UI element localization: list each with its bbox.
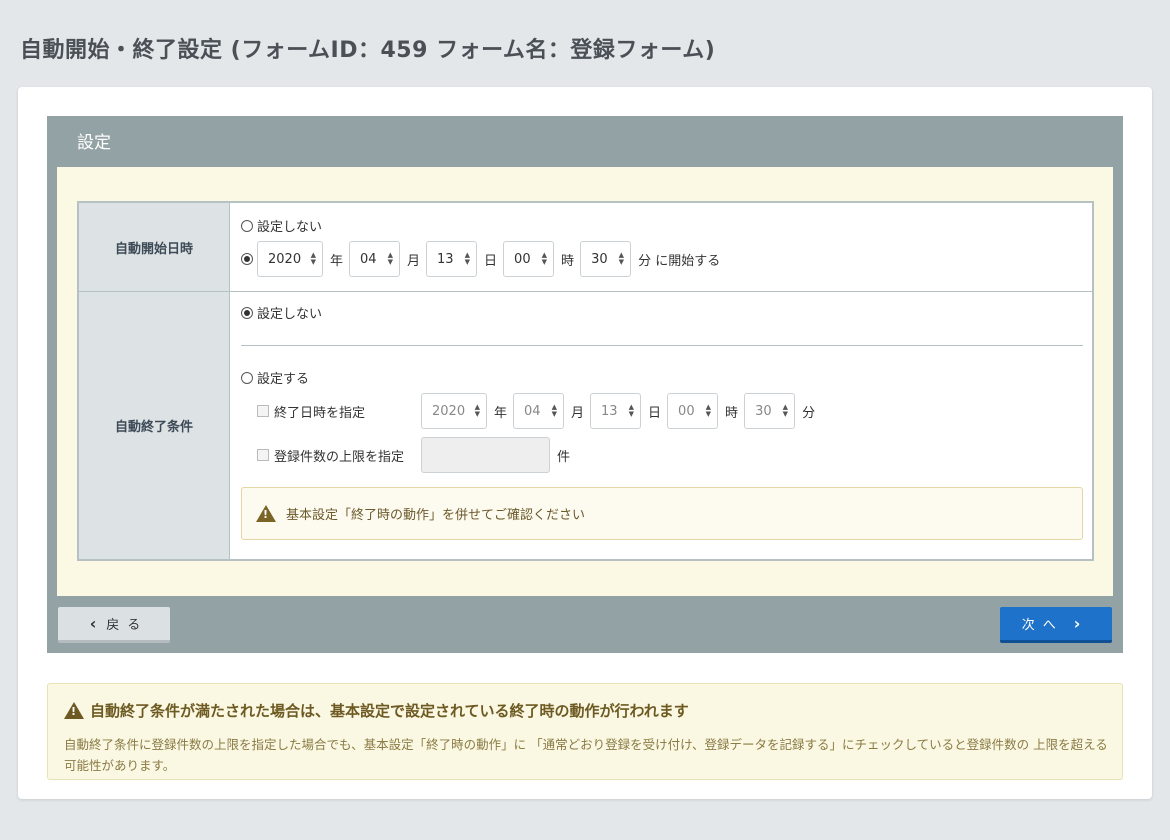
start-hour-stepper[interactable]: 00 ▲ ▼ (503, 241, 555, 277)
end-year-value: 2020 (432, 403, 466, 419)
end-date-checkbox[interactable] (257, 405, 269, 417)
start-hour-unit: 時 (561, 253, 575, 269)
auto-start-date-radio[interactable] (241, 253, 253, 265)
warning-text: 基本設定「終了時の動作」を併せてご確認ください (286, 508, 586, 523)
limit-line: 登録件数の上限を指定 件 (257, 437, 576, 473)
back-button-label: 戻る (106, 618, 149, 633)
notice-title-line: 自動終了条件が満たされた場合は、基本設定で設定されている終了時の動作が行われます (64, 700, 689, 721)
limit-checkbox[interactable] (257, 449, 269, 461)
auto-end-set-radio[interactable] (241, 371, 253, 384)
next-button-label: 次へ (1021, 618, 1064, 633)
auto-start-none-label: 設定しない (257, 220, 323, 235)
start-minute-unit: 分 に開始する (638, 253, 721, 269)
end-month-unit: 月 (571, 405, 585, 421)
next-button[interactable]: 次へ › (1000, 607, 1112, 643)
auto-start-content: 設定しない 2020 ▲ ▼ 年 04 ▲ ▼ 月 13 ▲ ▼ 日 00 ▲ … (231, 203, 1092, 291)
start-day-stepper[interactable]: 13 ▲ ▼ (426, 241, 478, 277)
end-hour-value: 00 (678, 403, 695, 419)
end-day-value: 13 (601, 403, 618, 419)
stepper-arrows-icon[interactable]: ▲ ▼ (388, 252, 393, 266)
limit-input[interactable] (421, 437, 550, 473)
warning-icon (64, 702, 84, 719)
start-month-unit: 月 (407, 253, 421, 269)
auto-end-none-radio[interactable] (241, 306, 253, 319)
stepper-arrows-icon[interactable]: ▲ ▼ (475, 404, 480, 418)
auto-end-set-option[interactable]: 設定する (241, 368, 309, 387)
auto-end-none-option[interactable]: 設定しない (241, 303, 322, 322)
warning-box: 基本設定「終了時の動作」を併せてご確認ください (241, 487, 1083, 540)
stepper-arrows-icon[interactable]: ▲ ▼ (311, 252, 316, 266)
stepper-arrows-icon[interactable]: ▲ ▼ (706, 404, 711, 418)
start-minute-value: 30 (591, 251, 608, 267)
stepper-arrows-icon[interactable]: ▲ ▼ (542, 252, 547, 266)
chevron-right-icon: › (1073, 614, 1081, 633)
stepper-arrows-icon[interactable]: ▲ ▼ (619, 252, 624, 266)
start-day-unit: 日 (484, 253, 498, 269)
divider (241, 345, 1083, 346)
notice-title: 自動終了条件が満たされた場合は、基本設定で設定されている終了時の動作が行われます (90, 702, 689, 720)
end-minute-stepper[interactable]: 30 ▲ ▼ (744, 393, 796, 429)
stepper-arrows-icon[interactable]: ▲ ▼ (783, 404, 788, 418)
end-month-value: 04 (524, 403, 541, 419)
start-year-stepper[interactable]: 2020 ▲ ▼ (257, 241, 323, 277)
stepper-arrows-icon[interactable]: ▲ ▼ (465, 252, 470, 266)
auto-end-label: 自動終了条件 (79, 292, 230, 559)
panel-title: 設定 (77, 133, 111, 153)
back-button[interactable]: ‹ 戻る (58, 607, 170, 643)
auto-end-content: 設定しない 設定する 終了日時を指定 2020 ▲ ▼ 年 04 ▲ ▼ 月 1… (231, 292, 1092, 559)
panel-body: 自動開始日時 設定しない 2020 ▲ ▼ 年 04 ▲ ▼ 月 13 ▲ ▼ … (57, 167, 1113, 596)
auto-end-set-label: 設定する (257, 372, 310, 387)
end-date-line: 終了日時を指定 2020 ▲ ▼ 年 04 ▲ ▼ 月 13 ▲ ▼ 日 00 … (257, 393, 821, 429)
end-hour-unit: 時 (725, 405, 739, 421)
end-day-stepper[interactable]: 13 ▲ ▼ (590, 393, 642, 429)
start-day-value: 13 (437, 251, 454, 267)
page-title: 自動開始・終了設定 (フォームID：459 フォーム名：登録フォーム) (20, 38, 716, 63)
start-month-stepper[interactable]: 04 ▲ ▼ (349, 241, 401, 277)
settings-card: 設定 自動開始日時 設定しない 2020 ▲ ▼ 年 04 ▲ ▼ 月 13 ▲… (18, 87, 1152, 799)
start-minute-stepper[interactable]: 30 ▲ ▼ (580, 241, 632, 277)
end-minute-value: 30 (755, 403, 772, 419)
stepper-arrows-icon[interactable]: ▲ ▼ (552, 404, 557, 418)
auto-end-none-label: 設定しない (257, 307, 323, 322)
notice-text: 自動終了条件に登録件数の上限を指定した場合でも、基本設定「終了時の動作」に 「通… (64, 737, 1108, 773)
settings-panel: 設定 自動開始日時 設定しない 2020 ▲ ▼ 年 04 ▲ ▼ 月 13 ▲… (47, 116, 1123, 653)
auto-start-date-option: 2020 ▲ ▼ 年 04 ▲ ▼ 月 13 ▲ ▼ 日 00 ▲ ▼ 時 30… (241, 241, 726, 277)
end-date-label: 終了日時を指定 (274, 405, 366, 421)
end-year-stepper[interactable]: 2020 ▲ ▼ (421, 393, 487, 429)
settings-table: 自動開始日時 設定しない 2020 ▲ ▼ 年 04 ▲ ▼ 月 13 ▲ ▼ … (77, 201, 1094, 561)
auto-start-row: 自動開始日時 設定しない 2020 ▲ ▼ 年 04 ▲ ▼ 月 13 ▲ ▼ … (79, 203, 1092, 292)
end-year-unit: 年 (494, 405, 508, 421)
end-month-stepper[interactable]: 04 ▲ ▼ (513, 393, 565, 429)
start-month-value: 04 (360, 251, 377, 267)
end-hour-stepper[interactable]: 00 ▲ ▼ (667, 393, 719, 429)
auto-start-none-option[interactable]: 設定しない (241, 216, 322, 235)
limit-unit: 件 (557, 449, 571, 465)
end-day-unit: 日 (648, 405, 662, 421)
auto-end-row: 自動終了条件 設定しない 設定する 終了日時を指定 2020 ▲ ▼ 年 04 … (79, 292, 1092, 559)
chevron-left-icon: ‹ (89, 614, 97, 633)
start-hour-value: 00 (514, 251, 531, 267)
notice-box: 自動終了条件が満たされた場合は、基本設定で設定されている終了時の動作が行われます… (47, 683, 1123, 780)
auto-start-none-radio[interactable] (241, 219, 253, 232)
start-year-value: 2020 (268, 251, 302, 267)
start-year-unit: 年 (330, 253, 344, 269)
limit-label: 登録件数の上限を指定 (274, 449, 405, 465)
end-minute-unit: 分 (802, 405, 816, 421)
warning-icon (256, 505, 276, 522)
stepper-arrows-icon[interactable]: ▲ ▼ (629, 404, 634, 418)
auto-start-label: 自動開始日時 (79, 203, 230, 291)
